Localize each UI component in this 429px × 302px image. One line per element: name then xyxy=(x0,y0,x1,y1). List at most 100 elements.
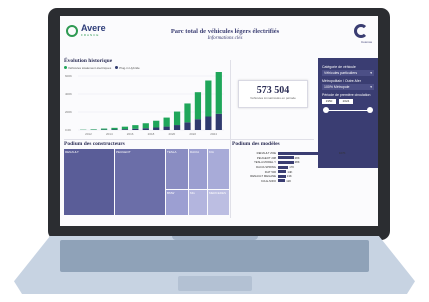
legend-ev: Véhicules totalement électriques xyxy=(64,66,111,70)
bar-phev[interactable] xyxy=(184,122,191,130)
model-label: RENAULT ZOE xyxy=(256,151,276,156)
x-tick-label: 2022 xyxy=(189,132,196,136)
treemap-cell-label: KIA xyxy=(209,150,214,154)
legend-ev-label: Véhicules totalement électriques xyxy=(68,66,112,70)
bar-ev[interactable] xyxy=(142,123,149,129)
avere-logo: Avere FRANCE xyxy=(66,24,106,37)
constructors-title: Podium des constructeurs xyxy=(64,141,125,147)
bar-ev[interactable] xyxy=(121,126,129,130)
bar-phev[interactable] xyxy=(215,113,222,130)
region-filter-label: Métropolitain / Outre-Mer xyxy=(322,79,361,83)
bar-ev[interactable] xyxy=(163,117,170,127)
x-tick-label: 2016 xyxy=(127,132,134,136)
treemap-cell[interactable]: MERCEDES xyxy=(208,190,229,215)
bar-ev[interactable] xyxy=(184,103,191,123)
laptop-trackpad xyxy=(178,276,252,291)
bar-ev[interactable] xyxy=(100,128,108,130)
treemap-cell[interactable]: MG xyxy=(189,190,207,215)
bar-ev[interactable] xyxy=(111,127,118,130)
bar-ev[interactable] xyxy=(173,111,181,126)
model-bar xyxy=(278,165,289,169)
models-bar-chart: RENAULT ZOE 107K PEUGEOT 208 28K TESLA MODEL… xyxy=(232,151,378,183)
page-title: Parc total de véhicules légers électrifi… xyxy=(170,28,280,35)
treemap-cell[interactable]: TESLA xyxy=(166,149,188,189)
chevron-down-icon: ▾ xyxy=(370,71,372,75)
bar-ev[interactable] xyxy=(205,80,212,117)
history-chart: 600K 400K 200K 0.0K 2012 2014 2016 2018 2020 2022… xyxy=(65,72,224,136)
vehicle-filter-label: Catégorie de véhicule xyxy=(322,65,356,69)
model-label: PEUGEOT 208 xyxy=(256,155,276,160)
chevron-down-icon: ▾ xyxy=(370,85,372,89)
kpi-value: 573 504 xyxy=(256,85,290,96)
legend-phev-label: Plug-in Hybride xyxy=(119,66,140,70)
laptop-keyboard xyxy=(60,240,369,272)
treemap-cell-label: BMW xyxy=(167,191,175,195)
period-slider[interactable] xyxy=(322,106,374,114)
bar-phev[interactable] xyxy=(205,116,212,131)
bar-ev[interactable] xyxy=(194,92,202,120)
constructors-panel: Podium des constructeurs RENAULT PEUGEOT… xyxy=(64,141,229,219)
treemap-cell[interactable]: RENAULT xyxy=(64,149,114,215)
region-filter-select[interactable]: 100% Métropole ▾ xyxy=(322,84,374,90)
treemap-cell[interactable]: DACIA xyxy=(189,149,207,189)
x-tick-label: 2020 xyxy=(169,132,176,136)
kpi-label: Véhicules immatriculés en période xyxy=(250,96,296,100)
model-label: DACIA SPRING xyxy=(256,165,276,170)
dashboard-header: Avere FRANCE Parc total de véhicules lég… xyxy=(60,16,378,58)
slider-knob-start[interactable] xyxy=(323,107,329,113)
history-title: Évolution historique xyxy=(64,58,113,64)
treemap-cell-label: PEUGEOT xyxy=(116,150,131,154)
vehicle-filter-select[interactable]: Véhicules particuliers ▾ xyxy=(322,70,374,76)
kpi-panel: 573 504 Véhicules immatriculés en périod… xyxy=(232,58,314,138)
vehicle-filter-value: Véhicules particuliers xyxy=(324,71,358,75)
model-value: 107K xyxy=(339,151,346,156)
page-subtitle: Informations clés xyxy=(207,36,243,41)
slider-knob-end[interactable] xyxy=(367,107,373,113)
model-bar xyxy=(278,160,294,164)
model-value: 28K xyxy=(294,160,300,165)
bar-phev[interactable] xyxy=(153,127,160,130)
region-filter-value: 100% Métropole xyxy=(324,85,350,89)
y-tick-label: 200K xyxy=(65,110,72,114)
year-to-input[interactable]: 2024 xyxy=(339,99,353,104)
model-value: 14K xyxy=(287,169,293,174)
bar-phev[interactable] xyxy=(173,125,181,130)
kpi-card: 573 504 Véhicules immatriculés en périod… xyxy=(238,80,308,108)
y-tick-label: 0.0K xyxy=(65,128,71,132)
divider-horizontal xyxy=(64,139,314,140)
x-tick-label: 2014 xyxy=(106,132,113,136)
bar-ev[interactable] xyxy=(90,129,97,130)
history-panel: Évolution historique Véhicules totalemen… xyxy=(64,58,229,138)
treemap-cell-label: TESLA xyxy=(167,150,177,154)
bar-phev[interactable] xyxy=(111,129,118,130)
treemap-cell[interactable]: KIA xyxy=(208,149,229,189)
bar-phev[interactable] xyxy=(132,128,139,130)
treemap-cell[interactable]: PEUGEOT xyxy=(115,149,165,215)
treemap-cell-label: MERCEDES xyxy=(209,191,227,195)
legend-ev-dot xyxy=(64,66,67,69)
y-tick-label: 600K xyxy=(65,74,72,78)
treemap-cell[interactable]: BMW xyxy=(166,190,188,215)
avere-logo-sub: FRANCE xyxy=(81,33,100,37)
bar-ev[interactable] xyxy=(153,120,160,128)
legend-phev-dot xyxy=(115,66,119,69)
model-bar xyxy=(278,170,287,174)
cosmos-logo-icon xyxy=(354,24,368,38)
models-panel: Podium des modèles RENAULT ZOE 107K PEUGEO… xyxy=(232,141,378,219)
bar-phev[interactable] xyxy=(121,129,129,130)
avere-logo-text: Avere xyxy=(81,23,106,33)
model-bar xyxy=(278,156,294,160)
model-value: 17K xyxy=(289,165,295,170)
constructors-treemap: RENAULT PEUGEOT TESLA DACIA KIA BMW MG M… xyxy=(64,149,229,215)
model-row[interactable]: KIA E-NIRO 12K xyxy=(232,179,378,184)
x-tick-label: 2024 xyxy=(210,132,217,136)
year-from-input[interactable]: 1950 xyxy=(322,99,336,104)
bar-ev[interactable] xyxy=(215,72,222,114)
models-title: Podium des modèles xyxy=(232,141,280,147)
avere-logo-icon xyxy=(66,24,78,37)
bar-ev[interactable] xyxy=(132,125,139,129)
model-bar xyxy=(278,151,338,155)
bar-phev[interactable] xyxy=(194,119,202,130)
bar-phev[interactable] xyxy=(163,126,170,130)
bar-phev[interactable] xyxy=(142,128,149,130)
